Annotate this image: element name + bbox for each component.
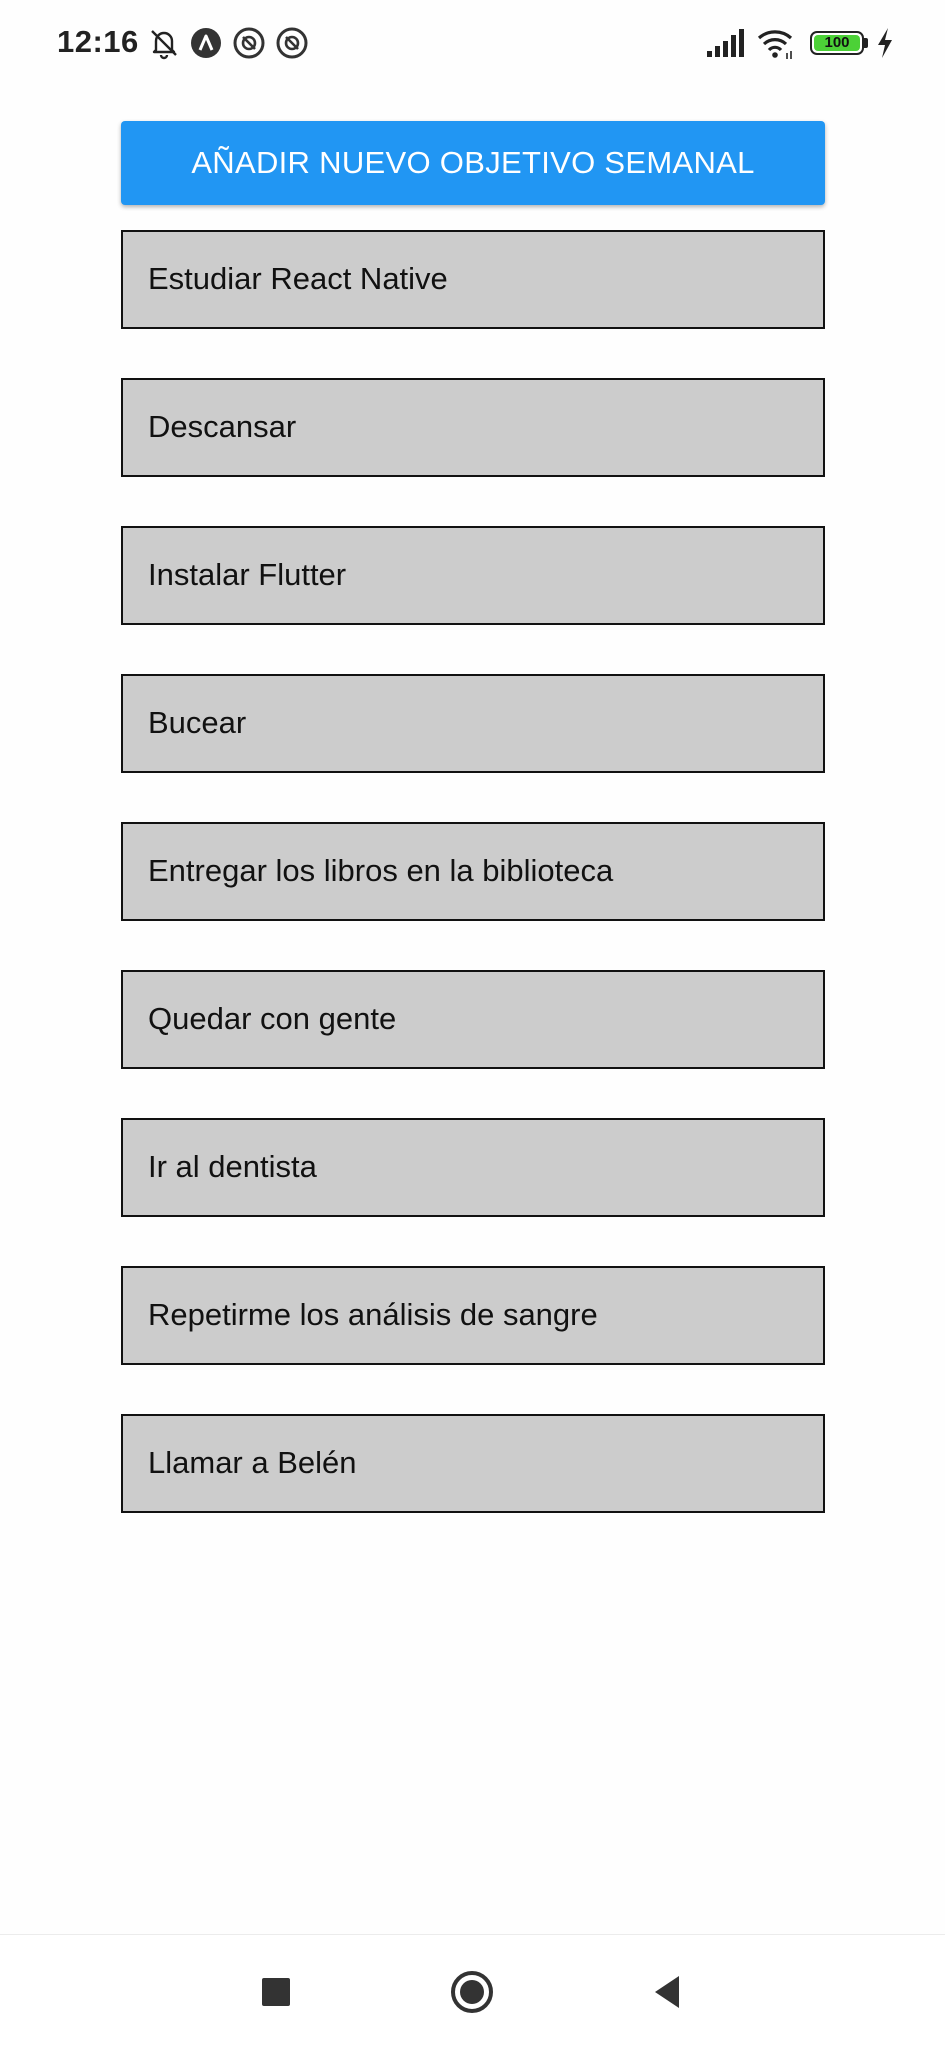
goal-list: Estudiar React Native Descansar Instalar… bbox=[121, 230, 825, 1562]
goal-item[interactable]: Descansar bbox=[121, 378, 825, 477]
battery-tip bbox=[864, 38, 868, 48]
wifi-icon bbox=[757, 30, 793, 59]
status-time: 12:16 bbox=[57, 24, 139, 59]
navigation-bar bbox=[0, 1934, 945, 2048]
battery-icon: 100 bbox=[810, 31, 864, 55]
goal-item[interactable]: Estudiar React Native bbox=[121, 230, 825, 329]
add-weekly-goal-button[interactable]: AÑADIR NUEVO OBJETIVO SEMANAL bbox=[121, 121, 825, 205]
app-a-icon bbox=[191, 28, 221, 58]
home-icon[interactable] bbox=[445, 1965, 499, 2019]
goal-item[interactable]: Repetirme los análisis de sangre bbox=[121, 1266, 825, 1365]
battery-level: 100 bbox=[824, 34, 850, 51]
status-bar: 12:16 100 bbox=[0, 0, 945, 86]
at-sign-icon bbox=[233, 27, 265, 59]
signal-icon bbox=[707, 29, 744, 57]
back-icon[interactable] bbox=[642, 1965, 696, 2019]
goal-item[interactable]: Llamar a Belén bbox=[121, 1414, 825, 1513]
goal-item[interactable]: Bucear bbox=[121, 674, 825, 773]
at-sign-icon bbox=[276, 27, 308, 59]
goal-item[interactable]: Instalar Flutter bbox=[121, 526, 825, 625]
goal-item[interactable]: Ir al dentista bbox=[121, 1118, 825, 1217]
recent-apps-icon[interactable] bbox=[249, 1965, 303, 2019]
goal-item[interactable]: Entregar los libros en la biblioteca bbox=[121, 822, 825, 921]
goal-item[interactable]: Quedar con gente bbox=[121, 970, 825, 1069]
bell-off-icon bbox=[151, 30, 177, 60]
charging-icon bbox=[878, 28, 892, 58]
app-screen: 12:16 100 AÑADIR NUEVO OBJETIVO SEMANAL … bbox=[0, 0, 945, 2048]
